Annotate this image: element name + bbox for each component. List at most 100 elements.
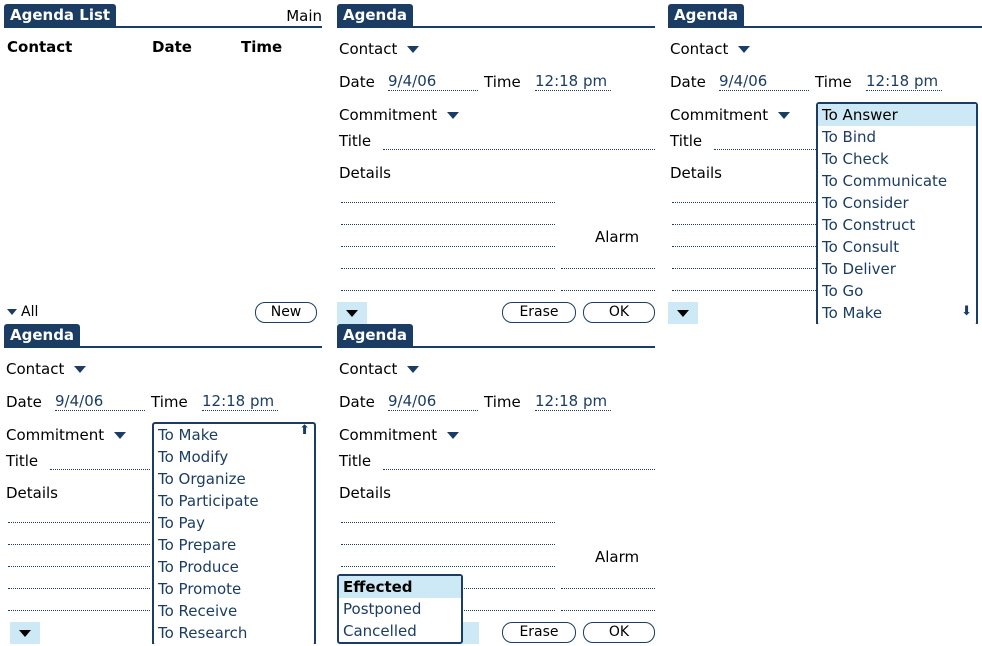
list-item[interactable]: To Make: [818, 302, 976, 324]
time-field[interactable]: 12:18 pm: [202, 393, 278, 411]
list-item[interactable]: To Answer: [818, 104, 976, 126]
alarm-field[interactable]: [561, 268, 655, 269]
commitment-popup-list[interactable]: To Answer To Bind To Check To Communicat…: [816, 102, 978, 324]
list-item[interactable]: To Pay: [154, 512, 314, 534]
details-line[interactable]: [8, 610, 150, 611]
details-line[interactable]: [341, 290, 555, 291]
dropdown-triangle-icon: [677, 310, 689, 317]
scroll-down-icon[interactable]: ⬇: [961, 304, 972, 319]
details-line[interactable]: [8, 522, 150, 523]
date-label: Date: [339, 73, 375, 91]
status-selector[interactable]: [10, 622, 40, 644]
title-underline: [4, 26, 322, 28]
dropdown-triangle-icon: [407, 366, 420, 373]
new-button[interactable]: New: [255, 302, 317, 323]
main-label[interactable]: Main: [286, 7, 322, 25]
title-field[interactable]: [714, 149, 818, 150]
alarm-field[interactable]: [561, 290, 655, 291]
commitment-selector[interactable]: Commitment: [6, 426, 127, 444]
contact-selector[interactable]: Contact: [670, 40, 751, 58]
list-item[interactable]: To Prepare: [154, 534, 314, 556]
date-field[interactable]: 9/4/06: [719, 73, 809, 91]
details-line[interactable]: [672, 246, 816, 247]
list-item[interactable]: To Consider: [818, 192, 976, 214]
time-field[interactable]: 12:18 pm: [535, 393, 611, 411]
details-line[interactable]: [341, 246, 555, 247]
commitment-selector[interactable]: Commitment: [670, 106, 791, 124]
details-line[interactable]: [672, 268, 816, 269]
title-field[interactable]: [50, 469, 150, 470]
list-item[interactable]: To Go: [818, 280, 976, 302]
column-header-contact[interactable]: Contact: [7, 38, 72, 56]
list-item[interactable]: Postponed: [339, 598, 461, 620]
title-label: Title: [670, 132, 703, 150]
column-header-date[interactable]: Date: [152, 38, 192, 56]
dropdown-triangle-icon: [407, 46, 420, 53]
title-underline: [337, 346, 655, 348]
details-line[interactable]: [341, 224, 555, 225]
date-field[interactable]: 9/4/06: [55, 393, 145, 411]
details-line[interactable]: [341, 544, 555, 545]
list-item[interactable]: To Organize: [154, 468, 314, 490]
contact-selector[interactable]: Contact: [339, 40, 420, 58]
time-field[interactable]: 12:18 pm: [535, 73, 611, 91]
list-item[interactable]: Effected: [339, 576, 461, 598]
list-item[interactable]: To Consult: [818, 236, 976, 258]
alarm-field[interactable]: [561, 588, 655, 589]
details-line[interactable]: [341, 522, 555, 523]
details-line[interactable]: [341, 202, 555, 203]
details-line[interactable]: [8, 544, 150, 545]
details-label: Details: [339, 164, 392, 182]
commitment-selector[interactable]: Commitment: [339, 426, 460, 444]
details-line[interactable]: [672, 202, 816, 203]
details-line[interactable]: [672, 224, 816, 225]
details-label: Details: [6, 484, 59, 502]
ok-button[interactable]: OK: [583, 622, 655, 643]
date-field[interactable]: 9/4/06: [388, 73, 478, 91]
commitment-label: Commitment: [670, 106, 769, 124]
details-line[interactable]: [341, 566, 555, 567]
scroll-up-icon[interactable]: ⬆: [299, 423, 310, 438]
list-item[interactable]: To Research: [154, 622, 314, 644]
contact-selector[interactable]: Contact: [6, 360, 87, 378]
commitment-selector[interactable]: Commitment: [339, 106, 460, 124]
agenda-status-popup-screen: Agenda Contact Date 9/4/06 Time 12:18 pm…: [337, 324, 655, 644]
list-item[interactable]: To Modify: [154, 446, 314, 468]
list-item[interactable]: To Participate: [154, 490, 314, 512]
contact-selector[interactable]: Contact: [339, 360, 420, 378]
status-popup-list[interactable]: Effected Postponed Cancelled: [337, 574, 463, 644]
ok-button[interactable]: OK: [583, 302, 655, 323]
list-item[interactable]: To Check: [818, 148, 976, 170]
list-item[interactable]: To Deliver: [818, 258, 976, 280]
list-item[interactable]: To Bind: [818, 126, 976, 148]
column-header-time[interactable]: Time: [241, 38, 282, 56]
status-selector[interactable]: [337, 302, 367, 324]
list-item[interactable]: To Receive: [154, 600, 314, 622]
list-item[interactable]: To Construct: [818, 214, 976, 236]
details-line[interactable]: [8, 588, 150, 589]
details-line[interactable]: [341, 268, 555, 269]
time-field[interactable]: 12:18 pm: [866, 73, 942, 91]
status-selector[interactable]: [668, 302, 698, 324]
list-item[interactable]: To Promote: [154, 578, 314, 600]
contact-label: Contact: [339, 40, 398, 58]
list-item[interactable]: To Communicate: [818, 170, 976, 192]
title-field[interactable]: [383, 469, 655, 470]
erase-button[interactable]: Erase: [502, 302, 576, 323]
list-item[interactable]: To Produce: [154, 556, 314, 578]
alarm-field[interactable]: [561, 610, 655, 611]
title-field[interactable]: [383, 149, 655, 150]
erase-button[interactable]: Erase: [502, 622, 576, 643]
list-item[interactable]: Cancelled: [339, 620, 461, 642]
date-field[interactable]: 9/4/06: [388, 393, 478, 411]
commitment-popup-list[interactable]: To Make To Modify To Organize To Partici…: [152, 422, 316, 644]
details-line[interactable]: [672, 290, 816, 291]
dropdown-triangle-icon: [447, 432, 460, 439]
dropdown-triangle-icon: [346, 310, 358, 317]
alarm-label: Alarm: [595, 548, 640, 566]
category-filter[interactable]: All: [7, 304, 38, 320]
details-label: Details: [670, 164, 723, 182]
list-item[interactable]: To Make: [154, 424, 314, 446]
dropdown-triangle-icon: [447, 112, 460, 119]
details-line[interactable]: [8, 566, 150, 567]
